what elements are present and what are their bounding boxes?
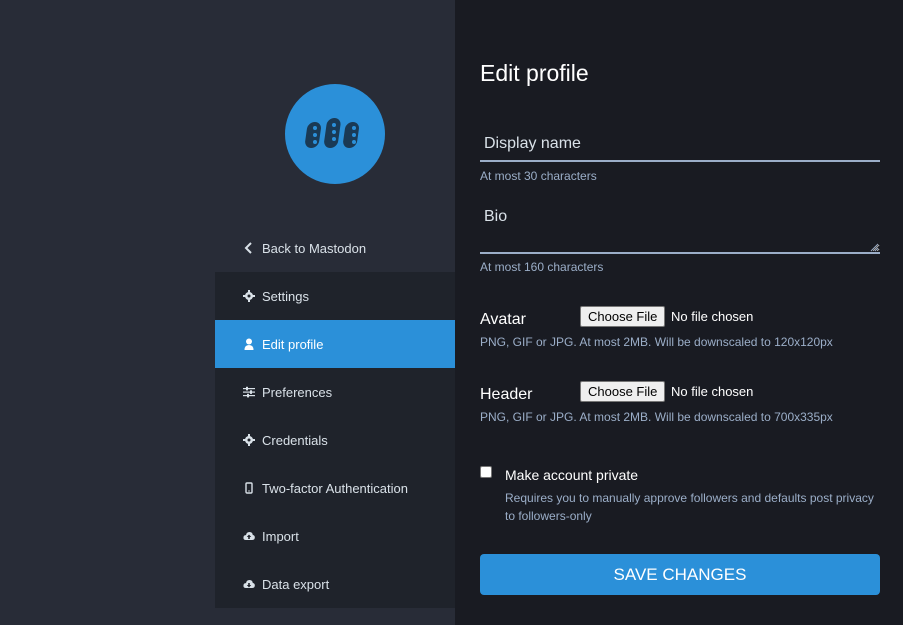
display-name-hint: At most 30 characters: [480, 169, 597, 183]
sidebar-item-label: Import: [262, 528, 299, 544]
mastodon-logo[interactable]: [285, 84, 385, 184]
sidebar-item-label: Preferences: [262, 384, 333, 400]
chevron-left-icon: [243, 242, 255, 254]
avatar-file-status: No file chosen: [671, 309, 754, 324]
bio-hint: At most 160 characters: [480, 260, 604, 274]
settings-nav: Back to Mastodon Settings Edit profile P…: [215, 224, 455, 608]
avatar-choose-file-button[interactable]: Choose File: [580, 306, 666, 327]
header-label: Header: [480, 386, 533, 403]
sidebar-item-label: Edit profile: [262, 336, 324, 352]
private-account-checkbox[interactable]: [480, 466, 492, 478]
header-file-status: No file chosen: [671, 384, 754, 399]
sidebar-item-import[interactable]: Import: [215, 512, 455, 560]
header-hint: PNG, GIF or JPG. At most 2MB. Will be do…: [480, 410, 833, 424]
back-to-mastodon-link[interactable]: Back to Mastodon: [215, 224, 455, 272]
sidebar-item-edit-profile[interactable]: Edit profile: [215, 320, 455, 368]
sidebar-item-two-factor[interactable]: Two-factor Authentication: [215, 464, 455, 512]
private-account-hint: Requires you to manually approve followe…: [505, 491, 874, 523]
display-name-input[interactable]: [480, 128, 880, 162]
private-account-label[interactable]: Make account private: [505, 467, 638, 483]
bio-textarea[interactable]: [480, 205, 880, 254]
sidebar-item-data-export[interactable]: Data export: [215, 560, 455, 608]
cloud-upload-icon: [243, 530, 255, 542]
sidebar-item-label: Credentials: [262, 432, 328, 448]
sidebar-item-preferences[interactable]: Preferences: [215, 368, 455, 416]
header-choose-file-button[interactable]: Choose File: [580, 381, 666, 402]
mastodon-logo-icon: [305, 118, 359, 148]
page-title: Edit profile: [480, 60, 589, 86]
save-changes-button[interactable]: SAVE CHANGES: [480, 554, 880, 595]
user-icon: [243, 338, 255, 350]
sidebar-item-label: Data export: [262, 576, 330, 592]
nav-list: Settings Edit profile Preferences Creden…: [215, 272, 455, 608]
cloud-download-icon: [243, 578, 255, 590]
avatar-label: Avatar: [480, 311, 526, 328]
gear-icon: [243, 434, 255, 446]
avatar-hint: PNG, GIF or JPG. At most 2MB. Will be do…: [480, 335, 833, 349]
resize-grip-icon[interactable]: [870, 243, 879, 252]
sidebar-item-label: Two-factor Authentication: [262, 480, 408, 496]
sidebar-item-credentials[interactable]: Credentials: [215, 416, 455, 464]
back-label: Back to Mastodon: [262, 240, 367, 256]
sidebar-item-label: Settings: [262, 288, 309, 304]
mobile-icon: [243, 482, 255, 494]
gear-icon: [243, 290, 255, 302]
sidebar-item-settings[interactable]: Settings: [215, 272, 455, 320]
sliders-icon: [243, 386, 255, 398]
